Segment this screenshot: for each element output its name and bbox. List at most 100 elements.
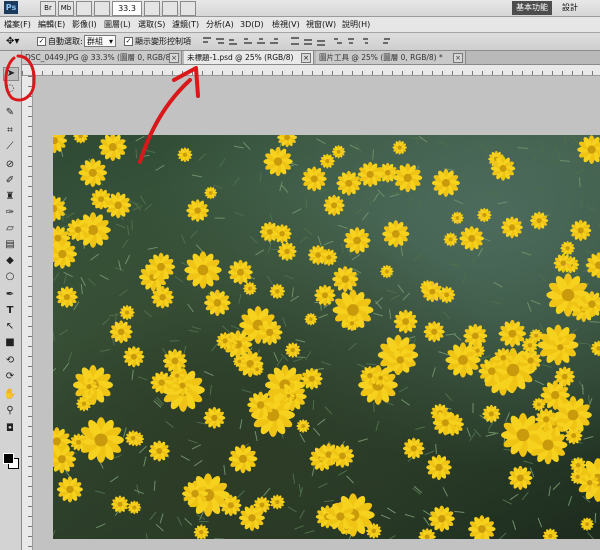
view-extras-button[interactable] — [76, 1, 92, 16]
align-top-icon[interactable] — [202, 37, 212, 46]
menu-window[interactable]: 視窗(W) — [306, 17, 336, 32]
workspace-essentials[interactable]: 基本功能 — [512, 1, 552, 15]
yellow-flower — [431, 169, 460, 197]
pen-tool[interactable]: ✒ — [3, 289, 17, 301]
auto-select-label: 自動選取: — [48, 37, 83, 46]
history-brush-tool[interactable]: ✑ — [3, 207, 17, 219]
rectangle-icon: ■ — [5, 337, 15, 348]
yellow-flower — [119, 305, 135, 321]
yellow-flower — [184, 251, 222, 289]
auto-align-layers-icon[interactable] — [382, 37, 392, 46]
auto-select-checkbox[interactable]: ✓ — [37, 37, 46, 46]
move-tool-preset-icon[interactable]: ✥▾ — [6, 33, 19, 50]
menu-help[interactable]: 說明(H) — [342, 17, 370, 32]
hand-view-button[interactable] — [144, 1, 160, 16]
brush-tool[interactable]: ✐ — [3, 175, 17, 187]
menu-edit[interactable]: 編輯(E) — [38, 17, 65, 32]
tab-untitled-1[interactable]: 未標題-1.psd @ 25% (RGB/8) × — [184, 51, 314, 64]
tab-dsc-0449[interactable]: DSC_0449.JPG @ 33.3% (圖層 0, RGB/8) * × — [22, 51, 182, 64]
yellow-flower — [482, 404, 501, 423]
3d-rotate-tool[interactable]: ⟲ — [3, 355, 17, 367]
document-canvas-photo[interactable] — [53, 135, 600, 539]
auto-select-dropdown[interactable]: 群組 ▾ — [84, 35, 116, 47]
eraser-tool[interactable]: ▱ — [3, 223, 17, 235]
yellow-flower — [98, 135, 127, 161]
menu-3d[interactable]: 3D(D) — [240, 17, 264, 32]
blur-tool[interactable]: ◆ — [3, 255, 17, 267]
document-tab-bar: DSC_0449.JPG @ 33.3% (圖層 0, RGB/8) * × 未… — [22, 51, 600, 65]
yellow-flower — [78, 158, 108, 188]
3d-orbit-icon: ⟳ — [5, 371, 15, 382]
menu-image[interactable]: 影像(I) — [72, 17, 97, 32]
align-hcenter-icon[interactable] — [256, 37, 266, 46]
close-icon[interactable]: × — [301, 53, 311, 63]
eyedropper-tool[interactable]: ⟋ — [3, 141, 17, 153]
workspace-design[interactable]: 設計 — [556, 1, 584, 15]
shape-tool[interactable]: ■ — [3, 337, 17, 349]
screen-mode-button[interactable] — [180, 1, 196, 16]
arrange-documents-button[interactable] — [94, 1, 110, 16]
dodge-tool[interactable]: ○ — [3, 271, 17, 283]
show-transform-checkbox[interactable]: ✓ — [124, 37, 133, 46]
zoom-tool[interactable]: ⚲ — [3, 405, 17, 417]
yellow-flower — [301, 166, 327, 192]
yellow-flower — [186, 199, 209, 222]
rotate-view-button[interactable] — [162, 1, 178, 16]
eyedropper-icon: ⟋ — [6, 141, 14, 152]
3d-orbit-tool[interactable]: ⟳ — [3, 371, 17, 383]
lasso-tool[interactable]: ◌ — [3, 83, 17, 95]
yellow-flower — [498, 319, 527, 348]
menu-file[interactable]: 檔案(F) — [4, 17, 31, 32]
type-tool[interactable]: T — [3, 305, 17, 317]
distribute-left-icon[interactable] — [333, 37, 343, 46]
crop-tool[interactable]: ⌗ — [3, 125, 17, 137]
yellow-flower — [53, 135, 67, 154]
quick-mask-button[interactable]: ◘ — [3, 423, 17, 435]
close-icon[interactable]: × — [169, 53, 179, 63]
align-right-icon[interactable] — [269, 37, 279, 46]
brush-icon: ✐ — [5, 175, 15, 186]
close-icon[interactable]: × — [453, 53, 463, 63]
yellow-flower — [319, 153, 335, 169]
yellow-flower — [463, 323, 488, 348]
yellow-flower — [285, 342, 301, 358]
3d-rotate-icon: ⟲ — [5, 355, 15, 366]
menu-analysis[interactable]: 分析(A) — [206, 17, 234, 32]
mini-bridge-button[interactable]: Mb — [58, 1, 74, 16]
yellow-flower — [428, 505, 455, 532]
menu-select[interactable]: 選取(S) — [138, 17, 165, 32]
yellow-flower — [203, 406, 226, 429]
move-tool[interactable]: ➤ — [3, 67, 19, 81]
show-transform-label: 顯示變形控制項 — [135, 37, 191, 46]
menu-layer[interactable]: 圖層(L) — [104, 17, 131, 32]
align-left-icon[interactable] — [243, 37, 253, 46]
yellow-flower — [148, 440, 170, 462]
menu-filter[interactable]: 濾鏡(T) — [172, 17, 199, 32]
tab-label: 圖片工具 @ 25% (圖層 0, RGB/8) * — [319, 53, 443, 62]
tab-label: DSC_0449.JPG @ 33.3% (圖層 0, RGB/8) * — [25, 53, 180, 62]
distribute-top-icon[interactable] — [290, 37, 300, 46]
gradient-tool[interactable]: ▤ — [3, 239, 17, 251]
yellow-flower — [56, 476, 83, 503]
yellow-flower — [501, 216, 523, 239]
clone-stamp-tool[interactable]: ♜ — [3, 191, 17, 203]
yellow-flower — [508, 465, 533, 491]
lasso-icon: ◌ — [5, 83, 15, 94]
distribute-right-icon[interactable] — [359, 37, 369, 46]
distribute-hcenter-icon[interactable] — [346, 37, 356, 46]
bridge-button[interactable]: Br — [40, 1, 56, 16]
distribute-vcenter-icon[interactable] — [303, 37, 313, 46]
align-vcenter-icon[interactable] — [215, 37, 225, 46]
yellow-flower — [443, 232, 458, 247]
align-bottom-icon[interactable] — [228, 37, 238, 46]
tab-image-tools[interactable]: 圖片工具 @ 25% (圖層 0, RGB/8) * × — [316, 51, 466, 64]
menu-view[interactable]: 檢視(V) — [272, 17, 300, 32]
distribute-bottom-icon[interactable] — [316, 37, 326, 46]
quick-select-tool[interactable]: ✎ — [3, 107, 17, 119]
hand-tool[interactable]: ✋ — [3, 389, 17, 401]
zoom-level-field[interactable]: 33.3 — [112, 1, 142, 16]
yellow-flower — [127, 500, 142, 515]
path-select-tool[interactable]: ↖ — [3, 321, 17, 333]
spot-heal-tool[interactable]: ⊘ — [3, 159, 17, 171]
foreground-color-swatch[interactable] — [3, 453, 14, 464]
